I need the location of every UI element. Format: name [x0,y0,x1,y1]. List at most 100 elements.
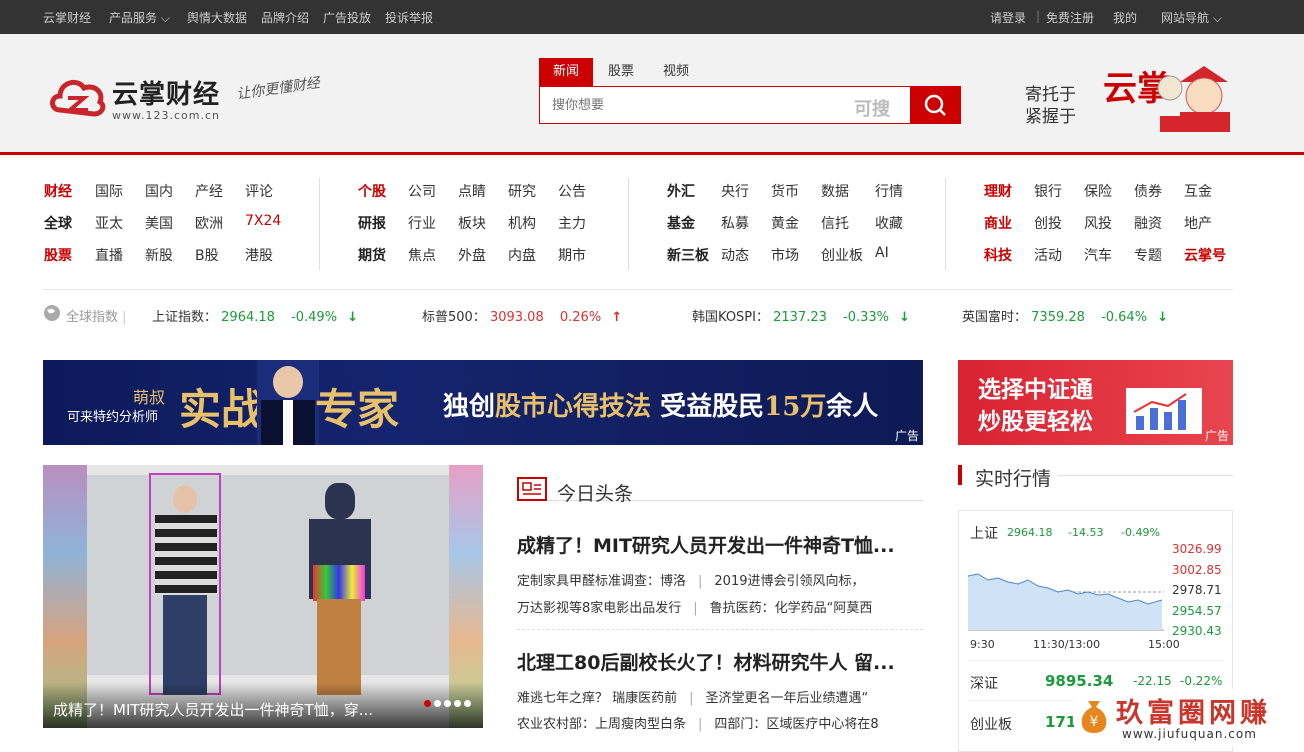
nav-live[interactable]: 直播 [95,245,123,265]
register-link[interactable]: 免费注册 [1046,9,1094,26]
search-input[interactable] [540,87,840,123]
nav-venture[interactable]: 创投 [1034,213,1062,233]
nav-tech[interactable]: 科技 [984,245,1012,265]
cloud-logo-icon[interactable] [48,70,106,122]
nav-insurance[interactable]: 保险 [1084,181,1112,201]
nav-report[interactable]: 研报 [358,213,386,233]
nav-highlight[interactable]: 点睛 [458,181,486,201]
nav-company[interactable]: 公司 [408,181,436,201]
nav-dynamic[interactable]: 动态 [721,245,749,265]
nav-asia[interactable]: 亚太 [95,213,123,233]
slider-dot[interactable] [434,700,441,707]
nav-7x24[interactable]: 7X24 [245,213,281,229]
nav-hk[interactable]: 港股 [245,245,273,265]
nav-announce[interactable]: 公告 [558,181,586,201]
nav-institution[interactable]: 机构 [508,213,536,233]
nav-stocks[interactable]: 股票 [44,245,72,265]
nav-futures[interactable]: 期货 [358,245,386,265]
index-item[interactable]: 标普500： 3093.08 0.26% ↑ [422,306,622,325]
nav-topic[interactable]: 专题 [1134,245,1162,265]
nav-domestic[interactable]: 国内 [145,181,173,201]
nav-central-bank[interactable]: 央行 [721,181,749,201]
nav-business[interactable]: 商业 [984,213,1012,233]
nav-market[interactable]: 市场 [771,245,799,265]
nav-bshare[interactable]: B股 [195,245,219,265]
nav-comment[interactable]: 评论 [245,181,273,201]
nav-board[interactable]: 板块 [458,213,486,233]
topbar-home-link[interactable]: 云掌财经 [43,9,91,26]
nav-vc[interactable]: 风投 [1084,213,1112,233]
sz-index-name[interactable]: 深证 [970,673,998,693]
search-button[interactable] [910,86,961,124]
nav-fund[interactable]: 基金 [667,213,695,233]
news-link[interactable]: 定制家具甲醛标准调查：博洛 [517,574,686,589]
nav-gem[interactable]: 创业板 [821,245,863,265]
nav-yunzhang-account[interactable]: 云掌号 [1184,245,1226,265]
news-link[interactable]: 万达影视等8家电影出品发行 [517,601,681,616]
news-link[interactable]: 2019进博会引领风向标， [714,574,864,589]
header-promo[interactable]: 寄托于 紧握于 云掌 [1025,72,1171,128]
nav-forex[interactable]: 外汇 [667,181,695,201]
nav-auto[interactable]: 汽车 [1084,245,1112,265]
nav-finance[interactable]: 财经 [44,181,72,201]
nav-bank[interactable]: 银行 [1034,181,1062,201]
nav-quotes[interactable]: 行情 [875,181,903,201]
nav-main-force[interactable]: 主力 [558,213,586,233]
news-link[interactable]: 农业农村部：上周瘦肉型白条 [517,717,686,732]
ad-banner-zhongzhengtong[interactable]: 选择中证通 炒股更轻松 广告 [958,360,1233,445]
news-link[interactable]: 四部门：区域医疗中心将在8 [714,717,878,732]
topbar-bigdata-link[interactable]: 舆情大数据 [187,9,247,26]
global-index-label[interactable]: 全球指数 | [66,306,127,325]
login-link[interactable]: 请登录 [990,9,1026,26]
nav-trust[interactable]: 信托 [821,213,849,233]
news-link[interactable]: 鲁抗医药：化学药品“阿莫西 [710,601,873,616]
nav-international[interactable]: 国际 [95,181,123,201]
slider-dot[interactable] [424,700,431,707]
nav-wealth[interactable]: 理财 [984,181,1012,201]
nav-sector[interactable]: 行业 [408,213,436,233]
nav-events[interactable]: 活动 [1034,245,1062,265]
index-item[interactable]: 上证指数： 2964.18 -0.49% ↓ [152,306,358,325]
my-account-link[interactable]: 我的 [1113,9,1137,26]
nav-data[interactable]: 数据 [821,181,849,201]
slider-dot[interactable] [454,700,461,707]
nav-newstock[interactable]: 新股 [145,245,173,265]
topbar-brand-link[interactable]: 品牌介绍 [261,9,309,26]
tab-video[interactable]: 视频 [649,58,703,86]
slider-dot[interactable] [464,700,471,707]
slide-caption[interactable]: 成精了！MIT研究人员开发出一件神奇T恤，穿... [43,682,483,728]
cy-index-name[interactable]: 创业板 [970,714,1012,734]
nav-collect[interactable]: 收藏 [875,213,903,233]
nav-currency[interactable]: 货币 [771,181,799,201]
nav-financing[interactable]: 融资 [1134,213,1162,233]
headline-title[interactable]: 北理工80后副校长火了！材料研究牛人 留... [517,648,923,675]
tab-news[interactable]: 新闻 [539,58,593,86]
nav-global[interactable]: 全球 [44,213,72,233]
nav-futures-market[interactable]: 期市 [558,245,586,265]
ad-banner-expert[interactable]: 萌叔 可来特约分析师 实战 专家 独创股市心得技法 受益股民15万余人 广告 [43,360,923,445]
news-link[interactable]: 圣济堂更名一年后业绩遭遇“ [706,691,869,706]
nav-neeq[interactable]: 新三板 [667,245,709,265]
index-item[interactable]: 韩国KOSPI： 2137.23 -0.33% ↓ [692,306,910,325]
slider-dot[interactable] [444,700,451,707]
nav-us[interactable]: 美国 [145,213,173,233]
nav-gold[interactable]: 黄金 [771,213,799,233]
nav-focus[interactable]: 焦点 [408,245,436,265]
site-nav-link[interactable]: 网站导航 ⌵ [1161,9,1222,26]
nav-private[interactable]: 私募 [721,213,749,233]
nav-realestate[interactable]: 地产 [1184,213,1212,233]
nav-research[interactable]: 研究 [508,181,536,201]
topbar-ads-link[interactable]: 广告投放 [323,9,371,26]
tab-stocks[interactable]: 股票 [593,58,649,86]
headline-title[interactable]: 成精了！MIT研究人员开发出一件神奇T恤... [517,531,923,558]
nav-europe[interactable]: 欧洲 [195,213,223,233]
nav-industry[interactable]: 产经 [195,181,223,201]
topbar-products-link[interactable]: 产品服务 ⌵ [109,9,170,26]
image-slider[interactable]: 成精了！MIT研究人员开发出一件神奇T恤，穿... [43,465,483,728]
nav-ai[interactable]: AI [875,245,889,261]
index-item[interactable]: 英国富时： 7359.28 -0.64% ↓ [962,306,1168,325]
nav-bond[interactable]: 债券 [1134,181,1162,201]
news-link[interactable]: 难逃七年之痒？ 瑞康医药前 [517,691,677,706]
nav-fintech[interactable]: 互金 [1184,181,1212,201]
nav-inner[interactable]: 内盘 [508,245,536,265]
